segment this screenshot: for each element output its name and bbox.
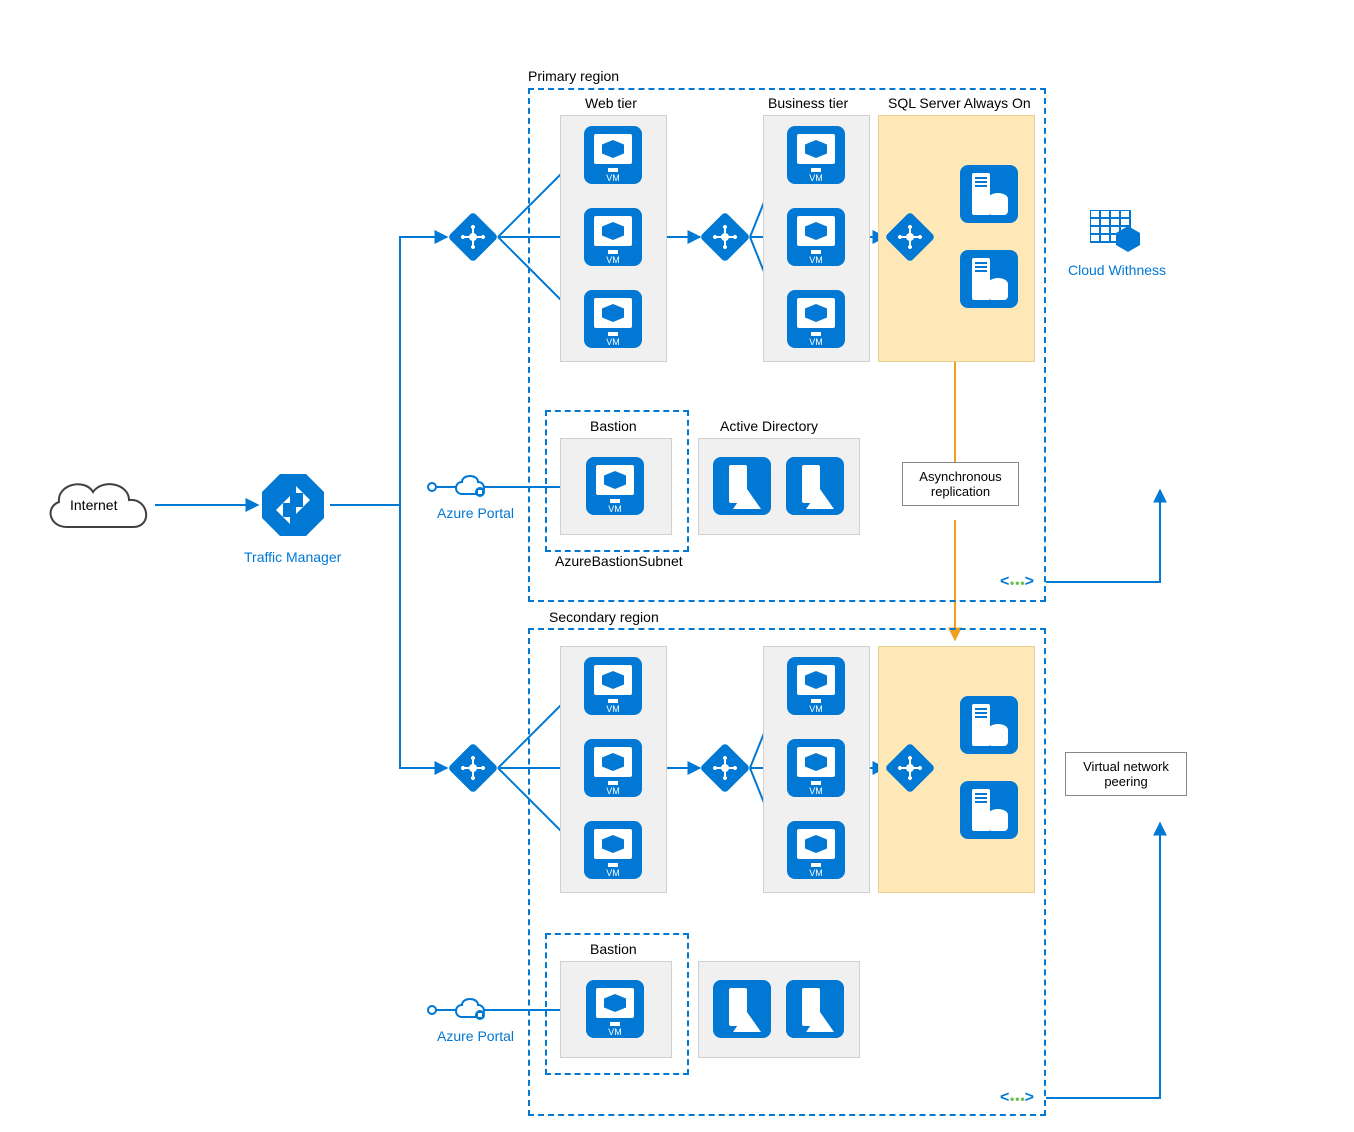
load-balancer-icon <box>448 212 499 263</box>
load-balancer-icon <box>448 743 499 794</box>
vm-icon <box>787 290 845 348</box>
async-replication-text: Asynchronous replication <box>913 469 1008 499</box>
internet-label: Internet <box>70 497 117 513</box>
vm-icon <box>787 657 845 715</box>
traffic-manager-icon <box>258 470 328 540</box>
vm-icon <box>586 457 644 515</box>
vm-icon <box>584 208 642 266</box>
vnet-peering-text: Virtual network peering <box>1076 759 1176 789</box>
bastion-label: Bastion <box>590 418 637 434</box>
cloud-witness-icon <box>1090 210 1140 254</box>
web-tier-label: Web tier <box>585 95 637 111</box>
vm-icon <box>787 739 845 797</box>
vnet-peering-icon: <•••> <box>1000 1089 1034 1107</box>
vnet-peering-icon: <•••> <box>1000 573 1034 591</box>
active-directory-label: Active Directory <box>720 418 818 434</box>
vm-icon <box>787 208 845 266</box>
cloud-icon <box>452 995 488 1028</box>
azure-portal-label: Azure Portal <box>437 1028 514 1044</box>
vm-icon <box>787 126 845 184</box>
secondary-region-label: Secondary region <box>549 609 659 625</box>
azure-portal-label: Azure Portal <box>437 505 514 521</box>
ad-server-icon <box>713 980 771 1038</box>
traffic-manager-label: Traffic Manager <box>244 549 341 565</box>
sql-server-icon <box>960 250 1018 308</box>
sql-server-icon <box>960 781 1018 839</box>
vnet-peering-callout: Virtual network peering <box>1065 752 1187 796</box>
vm-icon <box>584 290 642 348</box>
business-tier-label: Business tier <box>768 95 848 111</box>
sql-server-icon <box>960 696 1018 754</box>
cloud-icon <box>452 472 488 505</box>
async-replication-callout: Asynchronous replication <box>902 462 1019 506</box>
sql-tier-label: SQL Server Always On <box>888 95 1031 111</box>
ad-server-icon <box>786 980 844 1038</box>
bastion-subnet-label: AzureBastionSubnet <box>555 553 683 569</box>
cloud-witness-label: Cloud Withness <box>1068 262 1166 278</box>
bastion-label: Bastion <box>590 941 637 957</box>
ad-server-icon <box>713 457 771 515</box>
primary-region-label: Primary region <box>528 68 619 84</box>
vm-icon <box>584 821 642 879</box>
sql-server-icon <box>960 165 1018 223</box>
vm-icon <box>584 739 642 797</box>
vm-icon <box>787 821 845 879</box>
ad-server-icon <box>786 457 844 515</box>
vm-icon <box>586 980 644 1038</box>
vm-icon <box>584 657 642 715</box>
vm-icon <box>584 126 642 184</box>
